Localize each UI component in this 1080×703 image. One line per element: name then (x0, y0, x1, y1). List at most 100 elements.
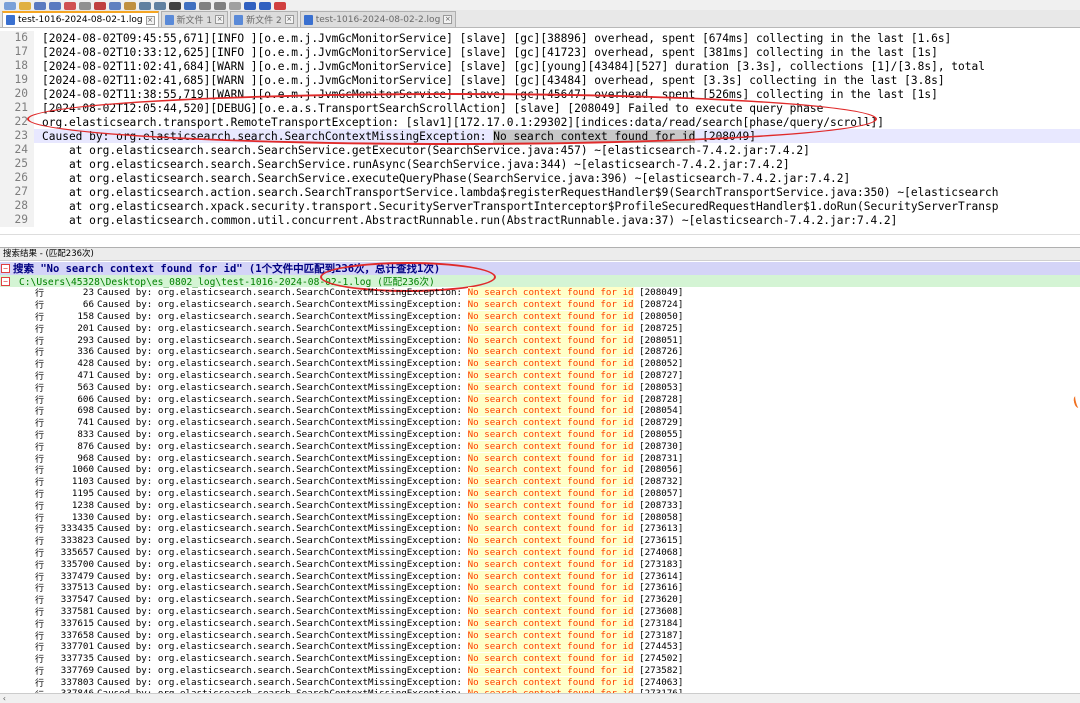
search-result-row[interactable]: 行 1195 Caused by: org.elasticsearch.search… (0, 487, 1080, 500)
search-result-row[interactable]: 行 563 Caused by: org.elasticsearch.search.… (0, 381, 1080, 394)
redo-icon[interactable] (154, 2, 166, 10)
editor-line[interactable]: 23 Caused by: org.elasticsearch.search.Se… (0, 129, 1080, 143)
editor-line[interactable]: 22 org.elasticsearch.transport.RemoteTran… (0, 115, 1080, 129)
result-line-number: 335657 (60, 546, 94, 558)
search-result-row[interactable]: 行 201 Caused by: org.elasticsearch.search.… (0, 322, 1080, 335)
result-id: [208052] (639, 358, 684, 370)
editor-scrollbar[interactable] (0, 234, 1080, 244)
search-result-row[interactable]: 行 1060 Caused by: org.elasticsearch.search… (0, 464, 1080, 476)
search-result-row[interactable]: 行 335657 Caused by: org.elasticsearch.sear… (0, 546, 1080, 559)
result-line-number: 337769 (60, 664, 94, 676)
line-text: at org.elasticsearch.search.SearchServic… (42, 157, 790, 171)
search-highlight: No search context found for id (493, 129, 696, 143)
result-id: [274063] (639, 676, 684, 688)
line-text: at org.elasticsearch.xpack.security.tran… (42, 199, 999, 213)
file-saved-icon (6, 15, 15, 25)
undo-icon[interactable] (139, 2, 151, 10)
search-result-row[interactable]: 行 698 Caused by: org.elasticsearch.search.… (0, 405, 1080, 417)
paste-icon[interactable] (124, 2, 136, 10)
line-text: [2024-08-02T11:38:55,719][WARN ][o.e.m.j… (42, 87, 938, 101)
search-result-row[interactable]: 行 23 Caused by: org.elasticsearch.search.S… (0, 287, 1080, 299)
replace-icon[interactable] (184, 2, 196, 10)
search-result-row[interactable]: 行 336 Caused by: org.elasticsearch.search.… (0, 346, 1080, 358)
copy-icon[interactable] (109, 2, 121, 10)
search-result-row[interactable]: 行 428 Caused by: org.elasticsearch.search.… (0, 358, 1080, 370)
search-result-row[interactable]: 行 337615 Caused by: org.elasticsearch.sear… (0, 617, 1080, 630)
editor-line[interactable]: 18 [2024-08-02T11:02:41,684][WARN ][o.e.m… (0, 59, 1080, 73)
tab-test-1016-log-2[interactable]: test-1016-2024-08-02-2.log × (299, 11, 457, 27)
editor-line[interactable]: 28 at org.elasticsearch.xpack.security.t… (0, 199, 1080, 213)
zoom-out-icon[interactable] (214, 2, 226, 10)
close-icon[interactable]: × (215, 15, 225, 24)
tab-test-1016-log-1[interactable]: test-1016-2024-08-02-1.log × (2, 11, 159, 27)
sync-scroll-icon[interactable] (229, 2, 241, 10)
find-icon[interactable] (169, 2, 181, 10)
search-result-row[interactable]: 行 337581 Caused by: org.elasticsearch.sear… (0, 605, 1080, 618)
save-icon[interactable] (34, 2, 46, 10)
search-result-row[interactable]: 行 1238 Caused by: org.elasticsearch.search… (0, 499, 1080, 512)
search-result-row[interactable]: 行 66 Caused by: org.elasticsearch.search.S… (0, 299, 1080, 311)
editor-line[interactable]: 26 at org.elasticsearch.search.SearchSer… (0, 171, 1080, 185)
results-horizontal-scrollbar[interactable]: ‹ (0, 693, 1080, 703)
cut-icon[interactable] (94, 2, 106, 10)
search-result-row[interactable]: 行 1330 Caused by: org.elasticsearch.search… (0, 511, 1080, 524)
zoom-in-icon[interactable] (199, 2, 211, 10)
result-id: [273620] (639, 594, 684, 606)
result-match: No search context found for id (467, 653, 634, 665)
search-result-row[interactable]: 行 337479 Caused by: org.elasticsearch.sear… (0, 570, 1080, 583)
search-result-row[interactable]: 行 968 Caused by: org.elasticsearch.search.… (0, 452, 1080, 465)
search-result-row[interactable]: 行 293 Caused by: org.elasticsearch.search.… (0, 334, 1080, 347)
wrap-icon[interactable] (244, 2, 256, 10)
result-id: [208056] (639, 464, 684, 476)
new-file-icon[interactable] (4, 2, 16, 10)
search-file-row[interactable]: − C:\Users\45328\Desktop\es_0802_log\tes… (0, 275, 1080, 288)
search-result-row[interactable]: 行 158 Caused by: org.elasticsearch.search.… (0, 310, 1080, 323)
editor-line[interactable]: 27 at org.elasticsearch.action.search.Se… (0, 185, 1080, 199)
result-match: No search context found for id (467, 582, 634, 594)
editor-line[interactable]: 21 [2024-08-02T12:05:44,520][DEBUG][o.e.a… (0, 101, 1080, 115)
editor-line[interactable]: 25 at org.elasticsearch.search.SearchSer… (0, 157, 1080, 171)
collapse-icon[interactable]: − (1, 264, 10, 273)
editor-line[interactable]: 24 at org.elasticsearch.search.SearchSer… (0, 143, 1080, 157)
print-icon[interactable] (79, 2, 91, 10)
search-result-row[interactable]: 行 333435 Caused by: org.elasticsearch.sear… (0, 523, 1080, 535)
close-icon[interactable]: × (284, 15, 294, 24)
search-result-row[interactable]: 行 833 Caused by: org.elasticsearch.search.… (0, 428, 1080, 441)
editor-line[interactable]: 19 [2024-08-02T11:02:41,685][WARN ][o.e.m… (0, 73, 1080, 87)
search-result-row[interactable]: 行 337513 Caused by: org.elasticsearch.sear… (0, 582, 1080, 594)
result-prefix: Caused by: org.elasticsearch.search.Sear… (97, 334, 468, 346)
editor-pane[interactable]: 16 [2024-08-02T09:45:55,671][INFO ][o.e.m… (0, 29, 1080, 234)
result-match: No search context found for id (467, 617, 634, 629)
search-result-list[interactable]: 行 23 Caused by: org.elasticsearch.search.S… (0, 287, 1080, 693)
search-result-row[interactable]: 行 337547 Caused by: org.elasticsearch.sear… (0, 594, 1080, 606)
line-number: 22 (0, 115, 34, 129)
save-all-icon[interactable] (49, 2, 61, 10)
line-text: at org.elasticsearch.common.util.concurr… (42, 213, 898, 227)
open-file-icon[interactable] (19, 2, 31, 10)
tab-new-file-2[interactable]: 新文件 2 × (230, 11, 298, 27)
search-result-row[interactable]: 行 333823 Caused by: org.elasticsearch.sear… (0, 535, 1080, 547)
search-result-row[interactable]: 行 337769 Caused by: org.elasticsearch.sear… (0, 664, 1080, 677)
search-result-row[interactable]: 行 337735 Caused by: org.elasticsearch.sear… (0, 653, 1080, 665)
search-result-row[interactable]: 行 1103 Caused by: org.elasticsearch.search… (0, 476, 1080, 488)
result-prefix: Caused by: org.elasticsearch.search.Sear… (97, 405, 468, 417)
search-result-row[interactable]: 行 335700 Caused by: org.elasticsearch.sear… (0, 558, 1080, 571)
search-result-row[interactable]: 行 337803 Caused by: org.elasticsearch.sear… (0, 676, 1080, 689)
search-result-row[interactable]: 行 876 Caused by: org.elasticsearch.search.… (0, 440, 1080, 453)
close-icon[interactable]: × (145, 15, 155, 25)
search-result-row[interactable]: 行 471 Caused by: org.elasticsearch.search.… (0, 369, 1080, 382)
search-result-row[interactable]: 行 337701 Caused by: org.elasticsearch.sear… (0, 641, 1080, 653)
search-result-row[interactable]: 行 741 Caused by: org.elasticsearch.search.… (0, 417, 1080, 429)
search-result-row[interactable]: 行 606 Caused by: org.elasticsearch.search.… (0, 393, 1080, 406)
search-result-row[interactable]: 行 337658 Caused by: org.elasticsearch.sear… (0, 629, 1080, 642)
macro-record-icon[interactable] (274, 2, 286, 10)
collapse-icon[interactable]: − (1, 276, 10, 286)
editor-line[interactable]: 20 [2024-08-02T11:38:55,719][WARN ][o.e.m… (0, 87, 1080, 101)
indent-guide-icon[interactable] (259, 2, 271, 10)
close-icon[interactable]: × (443, 15, 453, 24)
close-file-icon[interactable] (64, 2, 76, 10)
editor-line[interactable]: 17 [2024-08-02T10:33:12,625][INFO ][o.e.m… (0, 45, 1080, 59)
editor-line[interactable]: 29 at org.elasticsearch.common.util.conc… (0, 213, 1080, 227)
tab-new-file-1[interactable]: 新文件 1 × (160, 11, 229, 27)
editor-line[interactable]: 16 [2024-08-02T09:45:55,671][INFO ][o.e.m… (0, 31, 1080, 45)
